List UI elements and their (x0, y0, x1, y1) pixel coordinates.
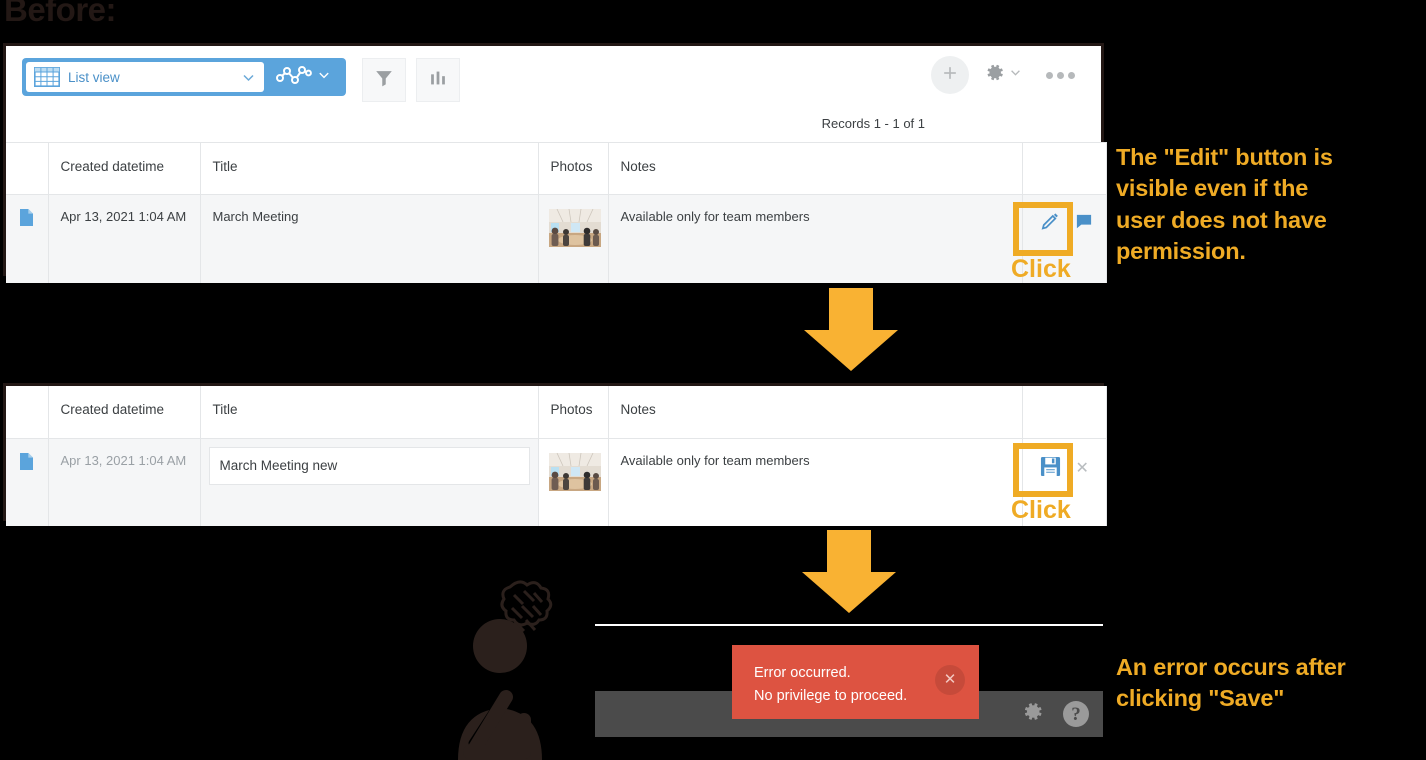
column-header-actions (1022, 142, 1107, 195)
cell-photo[interactable] (538, 437, 609, 526)
annotation-line: permission. (1116, 237, 1246, 264)
more-options-button[interactable] (1046, 71, 1075, 79)
row-flag-cell[interactable] (6, 437, 49, 526)
click-callout-edit: Click (1011, 202, 1073, 283)
column-header-title[interactable]: Title (200, 142, 539, 195)
annotation-line: user does not have (1116, 206, 1327, 233)
toolbar-right-group (931, 56, 1075, 94)
annotation-error-after-save: An error occurs after clicking "Save" (1116, 652, 1416, 715)
view-selector-label: List view (68, 69, 120, 85)
records-status: Records 1 - 1 of 1 (821, 116, 925, 131)
click-callout-save: Click (1011, 443, 1073, 524)
comment-icon[interactable] (1075, 214, 1093, 233)
highlight-box-save (1013, 443, 1073, 497)
chevron-down-icon (1009, 66, 1022, 84)
document-icon (20, 209, 34, 226)
annotation-line: An error occurs after (1116, 654, 1346, 680)
column-header-created[interactable]: Created datetime (48, 386, 201, 438)
cell-notes: Available only for team members (608, 194, 1023, 283)
annotation-line: The "Edit" button is (1116, 144, 1333, 170)
click-label-save: Click (1011, 496, 1071, 524)
chart-button[interactable] (416, 58, 460, 102)
meeting-room-thumbnail (548, 208, 601, 247)
cell-created: Apr 13, 2021 1:04 AM (48, 194, 201, 283)
highlight-box-edit (1013, 202, 1073, 256)
cell-title-editor[interactable]: March Meeting new (200, 437, 539, 526)
close-x-icon[interactable]: ✕ (1076, 458, 1089, 478)
error-toast-line1: Error occurred. (754, 665, 851, 681)
annotation-line: visible even if the (1116, 175, 1309, 202)
column-header-created[interactable]: Created datetime (48, 142, 201, 195)
notes-text: Available only for team members (620, 452, 810, 468)
records-table-editing: Created datetime Title Photos Notes Apr … (6, 386, 1107, 526)
title-input[interactable]: March Meeting new (208, 446, 530, 485)
frustrated-person-icon (448, 570, 580, 760)
chevron-down-icon (241, 70, 256, 85)
ellipsis-icon (1046, 71, 1053, 79)
cell-created: Apr 13, 2021 1:04 AM (48, 437, 201, 526)
column-header-photos[interactable]: Photos (538, 386, 609, 438)
app-panel-before: List view Records 1 - 1 of 1 Created dat… (3, 43, 1107, 283)
arrow-down-icon (802, 288, 900, 377)
error-toast-line2: No privilege to proceed. (754, 687, 908, 704)
toolbar: List view Records 1 - 1 of 1 (6, 46, 1101, 131)
column-header-flag[interactable] (6, 386, 49, 438)
close-icon[interactable]: ✕ (935, 665, 965, 695)
view-selector[interactable]: List view (22, 58, 346, 96)
filter-button[interactable] (362, 58, 406, 102)
settings-button[interactable] (983, 61, 1022, 89)
table-row[interactable]: Apr 13, 2021 1:04 AM March Meeting new A… (6, 437, 1107, 526)
cell-title: March Meeting (200, 194, 539, 283)
arrow-down-icon (800, 530, 898, 619)
table-header-row: Created datetime Title Photos Notes (6, 142, 1107, 195)
table-row[interactable]: Apr 13, 2021 1:04 AM March Meeting Avail… (6, 194, 1107, 283)
click-label-edit: Click (1011, 255, 1071, 283)
panel-top-divider (595, 624, 1103, 626)
table-header-row: Created datetime Title Photos Notes (6, 386, 1107, 438)
view-selector-box[interactable]: List view (26, 62, 264, 92)
column-header-flag[interactable] (6, 142, 49, 195)
cell-notes-editor[interactable]: Available only for team members (608, 437, 1023, 526)
annotation-edit-permission: The "Edit" button is visible even if the… (1116, 142, 1416, 267)
column-header-actions (1022, 386, 1107, 438)
footer-bar-icons: ? (1020, 691, 1089, 737)
question-help-icon[interactable]: ? (1063, 701, 1089, 727)
funnel-filter-icon (373, 67, 395, 94)
document-icon (20, 452, 34, 470)
column-header-title[interactable]: Title (200, 386, 539, 438)
grid-table-icon (34, 67, 60, 87)
gear-icon (983, 61, 1006, 89)
screenshot-root: Before: List view Records 1 - 1 of 1 Cre… (0, 0, 1426, 760)
bar-chart-icon (427, 67, 449, 94)
add-button[interactable] (931, 56, 969, 94)
ellipsis-icon (1057, 71, 1064, 79)
gear-icon[interactable] (1020, 699, 1045, 729)
column-header-notes[interactable]: Notes (608, 142, 1023, 195)
ellipsis-icon (1068, 71, 1075, 79)
column-header-photos[interactable]: Photos (538, 142, 609, 195)
plus-icon (940, 63, 960, 88)
cell-photo[interactable] (538, 194, 609, 283)
line-graph-icon (275, 64, 313, 91)
annotation-line: clicking "Save" (1116, 685, 1285, 712)
error-toast: Error occurred. No privilege to proceed.… (732, 645, 979, 719)
app-panel-editing: Created datetime Title Photos Notes Apr … (3, 383, 1107, 526)
page-title: Before: (4, 0, 117, 28)
chevron-down-icon (317, 68, 331, 87)
graph-view-button[interactable] (264, 62, 342, 92)
row-flag-cell[interactable] (6, 194, 49, 283)
column-header-notes[interactable]: Notes (608, 386, 1023, 438)
meeting-room-thumbnail (548, 452, 601, 491)
records-table-before: Created datetime Title Photos Notes Apr … (6, 142, 1107, 283)
